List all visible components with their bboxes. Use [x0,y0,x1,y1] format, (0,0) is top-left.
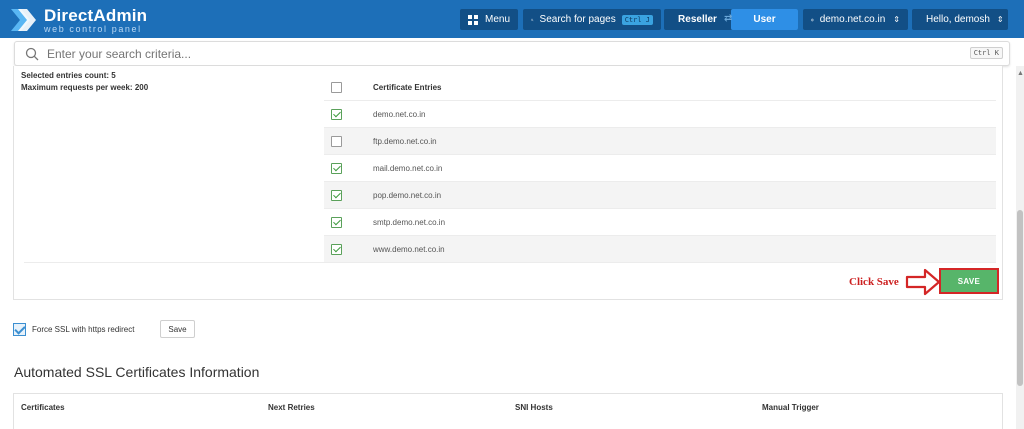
user-toggle-option[interactable]: User [731,9,798,30]
entry-checkbox[interactable] [331,243,342,255]
automated-ssl-table: Certificates Next Retries SNI Hosts Manu… [13,393,1003,429]
menu-button[interactable]: Menu [460,9,518,30]
directadmin-logo-icon [11,9,36,31]
top-header: DirectAdmin web control panel Menu Searc… [0,0,1024,38]
global-search-bar: Ctrl K [14,41,1010,66]
table-row: ftp.demo.net.co.in [324,128,996,155]
search-input[interactable] [47,46,927,61]
entry-checkbox[interactable] [331,108,342,120]
reseller-user-toggle[interactable]: Reseller ⇄ User [664,9,798,30]
search-pages-shortcut: Ctrl J [621,14,653,25]
swap-icon: ⇄ [724,13,733,24]
entry-checkbox[interactable] [331,216,342,228]
save-button[interactable]: SAVE [941,270,997,292]
entry-name: smtp.demo.net.co.in [373,217,446,227]
page-scrollbar[interactable]: ▲ [1016,66,1024,429]
force-ssl-label: Force SSL with https redirect [32,324,135,334]
entry-checkbox[interactable] [331,189,342,201]
table-row: demo.net.co.in [324,101,996,128]
entry-checkbox[interactable] [331,135,342,147]
table-row: pop.demo.net.co.in [324,182,996,209]
section-title-automated-ssl: Automated SSL Certificates Information [14,364,260,380]
chevron-updown-icon: ⇕ [893,15,900,24]
table-row: www.demo.net.co.in [324,236,996,263]
table-row: mail.demo.net.co.in [324,155,996,182]
divider [24,262,994,263]
search-shortcut: Ctrl K [969,47,1003,59]
click-save-annotation: Click Save [849,276,899,288]
entry-name: ftp.demo.net.co.in [373,136,437,146]
menu-label: Menu [484,14,510,25]
table-row: smtp.demo.net.co.in [324,209,996,236]
domain-selector[interactable]: demo.net.co.in ⇕ [803,9,908,30]
directadmin-logo[interactable]: DirectAdmin web control panel [8,4,147,36]
table-header-row: Certificate Entries [324,74,996,101]
user-account-menu[interactable]: Hello, demosh ⇕ [912,9,1008,30]
force-ssl-option[interactable]: Force SSL with https redirect [13,320,134,338]
column-header-certificate-entries: Certificate Entries [373,82,442,92]
chevron-updown-icon: ⇕ [996,15,1004,24]
entry-checkbox[interactable] [331,162,342,174]
max-requests-per-week: Maximum requests per week: 200 [21,83,149,92]
entry-name: www.demo.net.co.in [373,244,445,254]
brand-text: DirectAdmin web control panel [44,7,147,34]
greeting-label: Hello, demosh [926,14,990,25]
force-ssl-checkbox[interactable] [13,322,26,336]
arrow-right-icon [905,268,941,296]
domain-label: demo.net.co.in [819,14,886,25]
search-icon [531,18,534,21]
column-header-certificates: Certificates [21,403,65,412]
grid-icon [468,14,478,25]
save-button-highlight: SAVE [939,268,999,294]
scrollbar-thumb[interactable] [1017,210,1023,386]
search-pages-label: Search for pages [539,14,616,25]
brand-subtitle: web control panel [44,23,142,34]
scroll-up-icon[interactable]: ▲ [1017,70,1024,77]
select-all-checkbox[interactable] [331,81,342,93]
reseller-toggle-option[interactable]: Reseller [664,9,731,30]
certificate-entries-table: Certificate Entries demo.net.co.in ftp.d… [324,74,996,263]
column-header-manual-trigger: Manual Trigger [762,403,819,412]
search-pages-button[interactable]: Search for pages Ctrl J [523,9,661,30]
entry-name: pop.demo.net.co.in [373,190,442,200]
column-header-next-retries: Next Retries [268,403,315,412]
search-icon [25,47,39,60]
globe-icon [811,18,814,21]
brand-title: DirectAdmin [44,5,148,25]
column-header-sni-hosts: SNI Hosts [515,403,553,412]
entry-name: demo.net.co.in [373,109,426,119]
force-ssl-save-button[interactable]: Save [160,320,195,338]
request-stats: Selected entries count: 5 Maximum reques… [21,70,148,94]
entry-name: mail.demo.net.co.in [373,163,443,173]
certificate-panel: Selected entries count: 5 Maximum reques… [13,66,1003,300]
selected-entries-count: Selected entries count: 5 [21,71,116,80]
